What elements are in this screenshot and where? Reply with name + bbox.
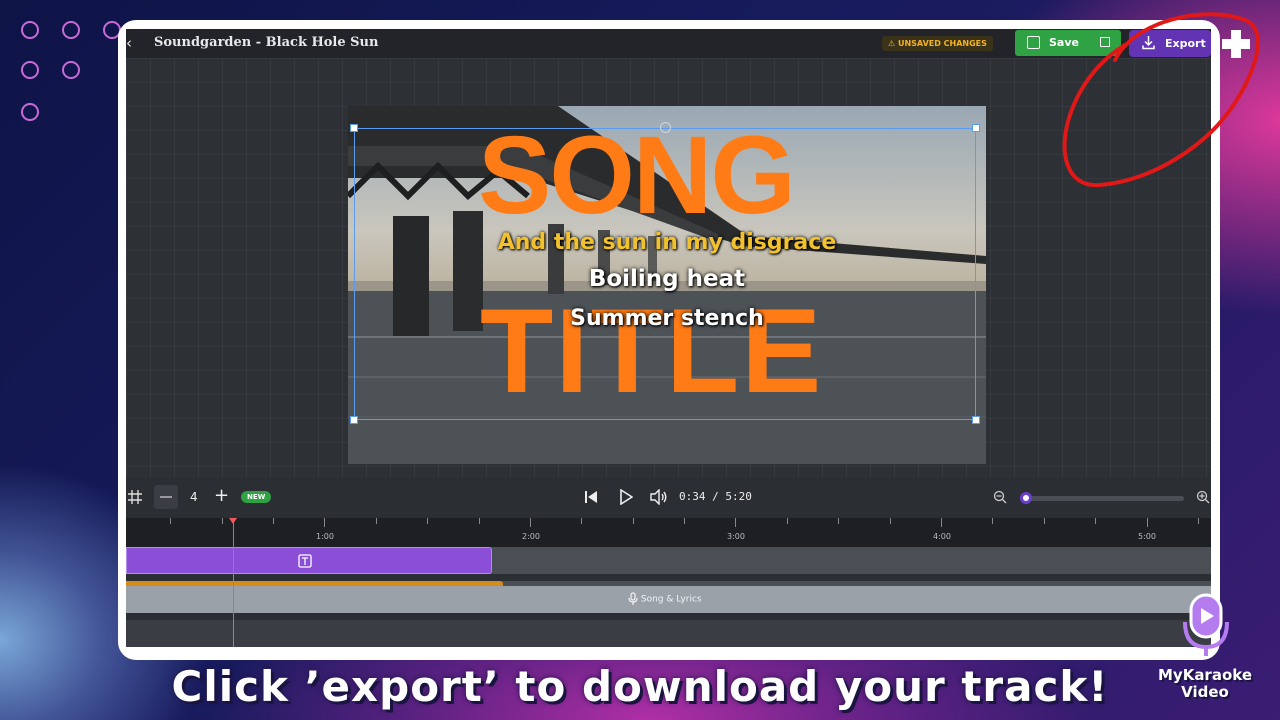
decorative-dot (21, 103, 39, 121)
ruler-label: 2:00 (522, 532, 540, 541)
zoom-decrease-button[interactable] (154, 485, 178, 509)
playback-controls: 4 + NEW 0:34 / 5:20 (126, 478, 1211, 518)
song-lyrics-clip: Song & Lyrics (628, 592, 702, 606)
rotate-handle[interactable] (660, 122, 671, 133)
ruler-tick (581, 518, 582, 524)
ruler-tick (1198, 518, 1199, 524)
ruler-tick (1147, 518, 1148, 527)
ruler-label: 5:00 (1138, 532, 1156, 541)
ruler-tick (633, 518, 634, 524)
title-track (126, 547, 1211, 574)
decorative-dot (62, 61, 80, 79)
ruler-tick (1044, 518, 1045, 524)
ruler-tick (941, 518, 942, 527)
new-badge: NEW (241, 491, 272, 503)
skip-to-start-icon[interactable] (584, 490, 598, 504)
volume-icon[interactable] (650, 489, 668, 505)
timeline-ruler[interactable]: 1:00 2:00 3:00 4:00 5:00 (126, 518, 1211, 547)
unsaved-changes-badge: ⚠ UNSAVED CHANGES (882, 36, 993, 51)
save-icon (1027, 36, 1040, 49)
ruler-tick (427, 518, 428, 524)
ruler-tick (170, 518, 171, 524)
ruler-tick (838, 518, 839, 524)
time-readout: 0:34 / 5:20 (679, 490, 752, 503)
song-lyrics-track[interactable]: Song & Lyrics (126, 586, 1211, 613)
zoom-in-icon[interactable] (1196, 490, 1210, 504)
resize-handle-bottom-right[interactable] (972, 416, 980, 424)
time-separator: / (712, 490, 719, 503)
ruler-tick (530, 518, 531, 527)
playhead[interactable] (229, 518, 237, 647)
title-clip[interactable] (126, 547, 492, 574)
ruler-label: 3:00 (727, 532, 745, 541)
ruler-tick (479, 518, 480, 524)
zoom-value: 4 (190, 490, 198, 504)
ruler-tick (787, 518, 788, 524)
back-chevron-icon[interactable]: ‹ (126, 33, 138, 53)
top-bar: ‹ Soundgarden - Black Hole Sun ⚠ UNSAVED… (126, 29, 1211, 58)
plus-decoration-icon (1222, 30, 1250, 58)
empty-track (126, 620, 1211, 647)
tutorial-caption: Click ’export’ to download your track! (171, 662, 1109, 711)
microphone-icon (628, 592, 638, 605)
current-time: 0:34 (679, 490, 706, 503)
selection-box[interactable] (354, 128, 976, 420)
ruler-tick (273, 518, 274, 524)
play-icon[interactable] (619, 489, 633, 505)
ruler-label: 4:00 (933, 532, 951, 541)
ruler-label: 1:00 (316, 532, 334, 541)
ruler-tick (684, 518, 685, 524)
zoom-slider-track[interactable] (1022, 496, 1184, 501)
ruler-tick (222, 518, 223, 524)
total-time: 5:20 (725, 490, 752, 503)
zoom-slider-thumb[interactable] (1020, 492, 1032, 504)
unsaved-label: UNSAVED CHANGES (897, 39, 987, 48)
decorative-dot (62, 21, 80, 39)
editor-app: ‹ Soundgarden - Black Hole Sun ⚠ UNSAVED… (126, 29, 1211, 647)
song-lyrics-label: Song & Lyrics (640, 594, 702, 605)
project-title: Soundgarden - Black Hole Sun (154, 35, 379, 50)
resize-handle-top-left[interactable] (350, 124, 358, 132)
ruler-tick (992, 518, 993, 524)
resize-handle-bottom-left[interactable] (350, 416, 358, 424)
grid-icon[interactable] (128, 490, 142, 504)
zoom-increase-icon[interactable]: + (214, 485, 229, 506)
decorative-dot (21, 61, 39, 79)
microphone-logo-icon (1183, 593, 1229, 656)
ruler-tick (735, 518, 736, 527)
zoom-out-icon[interactable] (993, 490, 1007, 504)
ruler-tick (1095, 518, 1096, 524)
ruler-tick (890, 518, 891, 524)
ruler-tick (324, 518, 325, 527)
canvas-area: SONG TITLE And the sun in my disgrace Bo… (126, 58, 1211, 478)
resize-handle-top-right[interactable] (972, 124, 980, 132)
decorative-dot (21, 21, 39, 39)
title-text-icon (298, 554, 312, 568)
ruler-tick (376, 518, 377, 524)
